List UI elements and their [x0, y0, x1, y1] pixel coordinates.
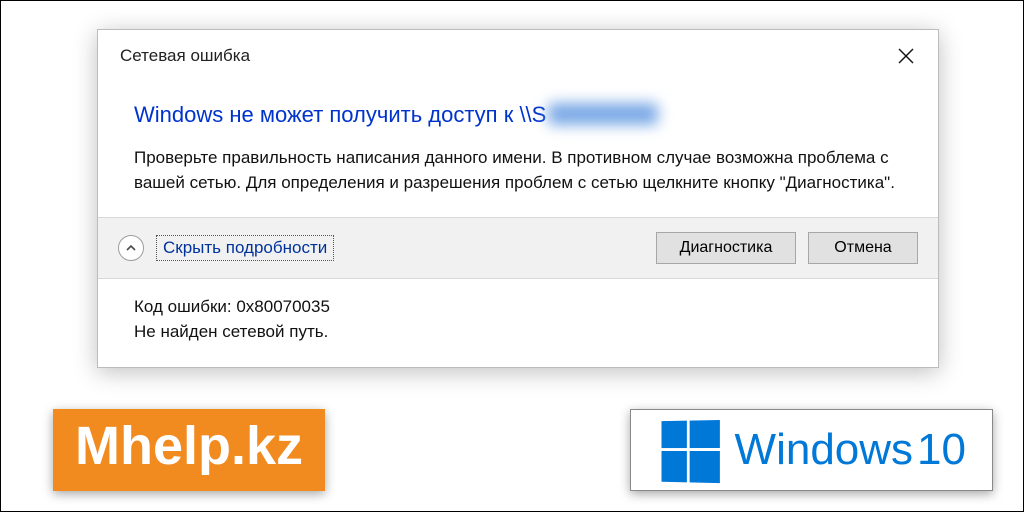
- chevron-up-icon: [125, 242, 137, 254]
- mhelp-badge: Mhelp.kz: [53, 409, 325, 491]
- mhelp-text: Mhelp.kz: [75, 416, 303, 476]
- windows10-badge: Windows10: [630, 409, 993, 491]
- button-row: Скрыть подробности Диагностика Отмена: [98, 217, 938, 278]
- toggle-details-button[interactable]: [118, 235, 144, 261]
- windows-logo-icon: [661, 420, 716, 480]
- diagnose-button[interactable]: Диагностика: [656, 232, 796, 264]
- details-section: Код ошибки: 0x80070035 Не найден сетевой…: [98, 278, 938, 366]
- error-body: Проверьте правильность написания данного…: [134, 146, 910, 195]
- network-error-dialog: Сетевая ошибка Windows не может получить…: [97, 29, 939, 368]
- error-headline: Windows не может получить доступ к \\S: [134, 100, 910, 128]
- close-button[interactable]: [892, 42, 920, 70]
- redacted-hostname: [548, 103, 658, 125]
- windows-word: Windows: [735, 425, 914, 474]
- windows-version: 10: [917, 425, 966, 474]
- dialog-title: Сетевая ошибка: [120, 46, 250, 66]
- windows10-text: Windows10: [735, 425, 966, 475]
- toggle-details-label[interactable]: Скрыть подробности: [156, 235, 334, 261]
- error-message: Не найден сетевой путь.: [134, 320, 910, 345]
- main-section: Windows не может получить доступ к \\S П…: [98, 82, 938, 217]
- cancel-button[interactable]: Отмена: [808, 232, 918, 264]
- close-icon: [898, 48, 914, 64]
- headline-text: Windows не может получить доступ к \\S: [134, 102, 546, 128]
- error-code: Код ошибки: 0x80070035: [134, 295, 910, 320]
- titlebar: Сетевая ошибка: [98, 30, 938, 82]
